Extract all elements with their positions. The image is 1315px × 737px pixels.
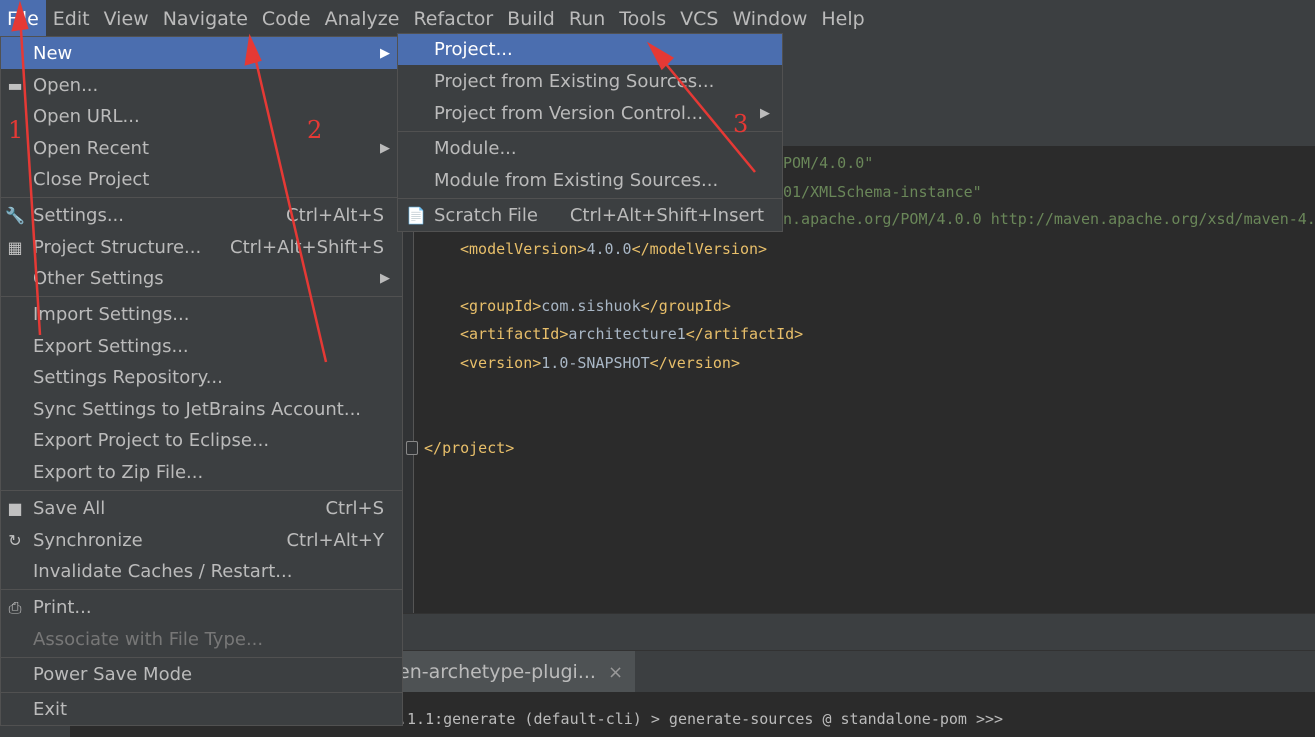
menu-item-open-recent[interactable]: Open Recent ▶	[1, 132, 402, 164]
menu-item-invalidate-caches[interactable]: Invalidate Caches / Restart...	[1, 556, 402, 587]
annotation-1: 1	[8, 116, 24, 144]
menu-separator	[1, 197, 402, 198]
submenu-arrow-icon: ▶	[380, 45, 390, 61]
submenu-arrow-icon: ▶	[380, 271, 390, 286]
menu-item-other-settings[interactable]: Other Settings ▶	[1, 263, 402, 294]
sync-icon: ↻	[8, 530, 22, 550]
menu-item-module-existing[interactable]: Module from Existing Sources...	[398, 164, 782, 196]
menu-item-power-save[interactable]: Power Save Mode	[1, 659, 402, 690]
menu-separator	[1, 657, 402, 658]
menu-view[interactable]: View	[97, 0, 156, 38]
annotation-2: 2	[307, 116, 323, 144]
code-line: <modelVersion>4.0.0</modelVersion>	[460, 240, 768, 258]
menu-navigate[interactable]: Navigate	[156, 0, 255, 38]
menu-item-close-project[interactable]: Close Project	[1, 164, 402, 195]
annotation-3: 3	[733, 110, 749, 138]
fold-icon[interactable]	[406, 441, 418, 455]
menu-separator	[1, 692, 402, 693]
menu-item-synchronize[interactable]: ↻ Synchronize Ctrl+Alt+Y	[1, 524, 402, 556]
menu-item-scratch-file[interactable]: 📄 Scratch File Ctrl+Alt+Shift+Insert	[398, 200, 782, 231]
new-submenu: Project... Project from Existing Sources…	[397, 33, 783, 232]
code-line: <version>1.0-SNAPSHOT</version>	[460, 354, 740, 372]
menu-item-open[interactable]: ▬ Open...	[1, 70, 402, 101]
save-icon: ■	[7, 499, 23, 518]
code-line: <groupId>com.sishuok</groupId>	[460, 297, 731, 315]
submenu-arrow-icon: ▶	[760, 105, 770, 121]
menu-file[interactable]: File	[0, 0, 46, 38]
code-line: <artifactId>architecture1</artifactId>	[460, 325, 804, 343]
code-line: </project>	[424, 439, 515, 457]
menu-item-associate: Associate with File Type...	[33, 628, 264, 650]
status-strip	[403, 613, 1315, 651]
menu-item-export-zip[interactable]: Export to Zip File...	[1, 456, 402, 488]
menu-item-import-settings[interactable]: Import Settings...	[1, 299, 402, 330]
code-line: n.apache.org/POM/4.0.0 http://maven.apac…	[783, 210, 1315, 228]
menu-item-open-url[interactable]: Open URL...	[1, 101, 402, 132]
menu-separator	[398, 198, 782, 199]
run-tab[interactable]: en-archetype-plugi... ×	[380, 651, 636, 693]
menu-item-new[interactable]: New ▶	[1, 37, 402, 69]
menu-separator	[1, 490, 402, 491]
menu-item-settings[interactable]: 🔧 Settings... Ctrl+Alt+S	[1, 200, 402, 231]
code-line: 01/XMLSchema-instance"	[783, 183, 982, 201]
close-icon[interactable]: ×	[608, 662, 623, 683]
menu-item-export-settings[interactable]: Export Settings...	[1, 330, 402, 362]
menu-item-project-existing[interactable]: Project from Existing Sources...	[398, 66, 782, 97]
menu-item-module[interactable]: Module...	[398, 133, 782, 164]
menu-item-print[interactable]: ⎙ Print...	[1, 592, 402, 623]
scratch-file-icon: 📄	[406, 206, 426, 225]
menu-item-export-eclipse[interactable]: Export Project to Eclipse...	[1, 425, 402, 456]
menu-analyze[interactable]: Analyze	[318, 0, 407, 38]
menu-separator	[398, 131, 782, 132]
menu-help[interactable]: Help	[814, 0, 871, 38]
file-menu: New ▶ ▬ Open... Open URL... Open Recent …	[0, 36, 403, 726]
menu-item-project-vcs[interactable]: Project from Version Control... ▶	[398, 97, 782, 129]
wrench-icon: 🔧	[5, 206, 25, 225]
menu-item-settings-repository[interactable]: Settings Repository...	[1, 362, 402, 393]
printer-icon: ⎙	[8, 597, 22, 617]
menu-edit[interactable]: Edit	[46, 0, 97, 38]
submenu-arrow-icon: ▶	[380, 140, 390, 156]
folder-icon: ▬	[7, 76, 23, 95]
menu-item-sync-settings[interactable]: Sync Settings to JetBrains Account...	[1, 393, 402, 425]
run-tab-label: en-archetype-plugi...	[398, 661, 596, 683]
project-structure-icon: ▦	[7, 237, 23, 257]
menu-separator	[1, 589, 402, 590]
menu-item-save-all[interactable]: ■ Save All Ctrl+S	[1, 493, 402, 524]
menu-item-new-project[interactable]: Project...	[398, 34, 782, 65]
menu-item-exit[interactable]: Exit	[1, 694, 402, 725]
code-line: POM/4.0.0"	[783, 154, 874, 172]
menu-separator	[1, 296, 402, 297]
menu-code[interactable]: Code	[255, 0, 318, 38]
console-line: .1.1:generate (default-cli) > generate-s…	[398, 710, 1004, 728]
menu-item-project-structure[interactable]: ▦ Project Structure... Ctrl+Alt+Shift+S	[1, 231, 402, 263]
